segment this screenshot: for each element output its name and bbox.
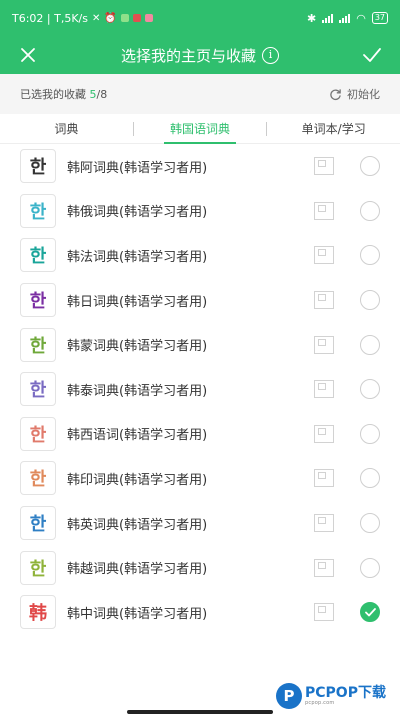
select-radio[interactable] (360, 602, 380, 623)
dictionary-row[interactable]: 한 韩日词典(韩语学习者用) (0, 278, 400, 323)
notification-icon: ✕ (92, 12, 101, 24)
app-notify-icon (144, 14, 153, 22)
dictionary-name: 韩蒙词典(韩语学习者用) (67, 339, 208, 355)
app-notify-icon (120, 14, 129, 22)
dictionary-badge: 한 (20, 193, 56, 228)
select-radio[interactable] (360, 245, 380, 266)
watermark-brand: PCPOP下载 (305, 685, 386, 701)
check-icon (363, 48, 381, 62)
dictionary-badge: 한 (20, 149, 56, 184)
dictionary-name: 韩西语词(韩语学习者用) (67, 428, 208, 444)
bookmark-icon[interactable] (314, 469, 334, 488)
page-title-text: 选择我的主页与收藏 (120, 46, 256, 65)
bookmark-icon[interactable] (314, 514, 334, 533)
dictionary-name: 韩印词典(韩语学习者用) (67, 472, 208, 488)
dictionary-badge: 韩 (20, 595, 56, 630)
status-time: T6:02 | T,5K/s (12, 11, 88, 25)
select-radio[interactable] (360, 334, 380, 355)
dictionary-name: 韩法词典(韩语学习者用) (67, 249, 208, 265)
wifi-icon: ◠ (356, 11, 366, 25)
battery-icon: 37 (371, 12, 388, 24)
bluetooth-icon: ✱ (306, 11, 317, 25)
app-bar: 选择我的主页与收藏 i (0, 36, 400, 74)
dictionary-name: 韩英词典(韩语学习者用) (67, 517, 208, 533)
dictionary-row[interactable]: 한 韩泰词典(韩语学习者用) (0, 367, 400, 412)
dictionary-row[interactable]: 한 韩英词典(韩语学习者用) (0, 501, 400, 546)
dictionary-name: 韩中词典(韩语学习者用) (67, 606, 208, 622)
selection-label: 已选我的收藏 (20, 88, 86, 101)
signal-icon (339, 13, 351, 23)
dictionary-badge: 한 (20, 416, 56, 451)
bookmark-icon[interactable] (314, 558, 334, 577)
signal-icon (322, 13, 334, 23)
bookmark-icon[interactable] (314, 201, 334, 220)
dictionary-badge: 한 (20, 372, 56, 407)
refresh-icon (330, 88, 341, 100)
dictionary-name: 韩俄词典(韩语学习者用) (67, 205, 208, 221)
bookmark-icon[interactable] (314, 603, 334, 622)
select-radio[interactable] (360, 557, 380, 578)
watermark-logo: P (276, 683, 302, 709)
dictionary-row[interactable]: 한 韩越词典(韩语学习者用) (0, 545, 400, 590)
dictionary-row[interactable]: 한 韩俄词典(韩语学习者用) (0, 189, 400, 234)
dictionary-badge: 한 (20, 506, 56, 541)
dictionary-row[interactable]: 한 韩法词典(韩语学习者用) (0, 233, 400, 278)
bookmark-icon[interactable] (314, 291, 334, 310)
info-icon[interactable]: i (262, 46, 279, 64)
tab-wordbook-study[interactable]: 单词本/学习 (267, 114, 400, 143)
dictionary-badge: 한 (20, 327, 56, 362)
alarm-icon: ⏰ (104, 12, 117, 24)
select-radio[interactable] (360, 290, 380, 311)
watermark-text-block: PCPOP下载 pcpop.com (305, 686, 386, 706)
bookmark-icon[interactable] (314, 246, 334, 265)
select-radio[interactable] (360, 513, 380, 534)
status-bar: T6:02 | T,5K/s ✕ ⏰ ✱ ◠ 37 (0, 0, 400, 36)
selection-count: 已选我的收藏 5/8 (20, 86, 107, 102)
watermark: P PCPOP下载 pcpop.com (276, 683, 386, 709)
bookmark-icon[interactable] (314, 380, 334, 399)
select-radio[interactable] (360, 156, 380, 177)
page-title: 选择我的主页与收藏 i (121, 45, 279, 66)
dictionary-badge: 한 (20, 550, 56, 585)
home-indicator[interactable] (127, 710, 273, 714)
select-radio[interactable] (360, 200, 380, 221)
reset-button[interactable]: 初始化 (329, 86, 380, 102)
dictionary-badge: 한 (20, 238, 56, 273)
dictionary-name: 韩阿词典(韩语学习者用) (67, 160, 208, 176)
bookmark-icon[interactable] (314, 424, 334, 443)
dictionary-row[interactable]: 韩 韩中词典(韩语学习者用) (0, 590, 400, 635)
bookmark-icon[interactable] (314, 335, 334, 354)
select-radio[interactable] (360, 468, 380, 489)
tab-korean-dictionary[interactable]: 韩国语词典 (134, 114, 267, 144)
selected-count: 5 (89, 88, 97, 101)
dictionary-row[interactable]: 한 韩印词典(韩语学习者用) (0, 456, 400, 501)
select-radio[interactable] (360, 423, 380, 444)
check-icon (364, 607, 376, 617)
selection-summary: 已选我的收藏 5/8 初始化 (0, 74, 400, 114)
app-notify-icon (132, 14, 141, 22)
dictionary-row[interactable]: 한 韩西语词(韩语学习者用) (0, 412, 400, 457)
dictionary-badge: 한 (20, 461, 56, 496)
select-radio[interactable] (360, 379, 380, 400)
total-count: 8 (100, 88, 108, 101)
dictionary-row[interactable]: 한 韩蒙词典(韩语学习者用) (0, 322, 400, 367)
dictionary-name: 韩越词典(韩语学习者用) (67, 562, 208, 578)
bookmark-icon[interactable] (314, 157, 334, 176)
dictionary-list: 한 韩阿词典(韩语学习者用) 한 韩俄词典(韩语学习者用) 한 韩法词典(韩语学… (0, 144, 400, 635)
dictionary-row[interactable]: 한 韩阿词典(韩语学习者用) (0, 144, 400, 189)
close-button[interactable] (14, 41, 42, 69)
tab-bar: 词典 韩国语词典 单词本/学习 (0, 114, 400, 144)
dictionary-name: 韩泰词典(韩语学习者用) (67, 383, 208, 399)
tab-dictionary[interactable]: 词典 (0, 114, 133, 143)
close-icon (21, 48, 35, 62)
dictionary-badge: 한 (20, 283, 56, 318)
dictionary-name: 韩日词典(韩语学习者用) (67, 294, 208, 310)
confirm-button[interactable] (358, 41, 386, 69)
reset-label: 初始化 (347, 88, 380, 101)
